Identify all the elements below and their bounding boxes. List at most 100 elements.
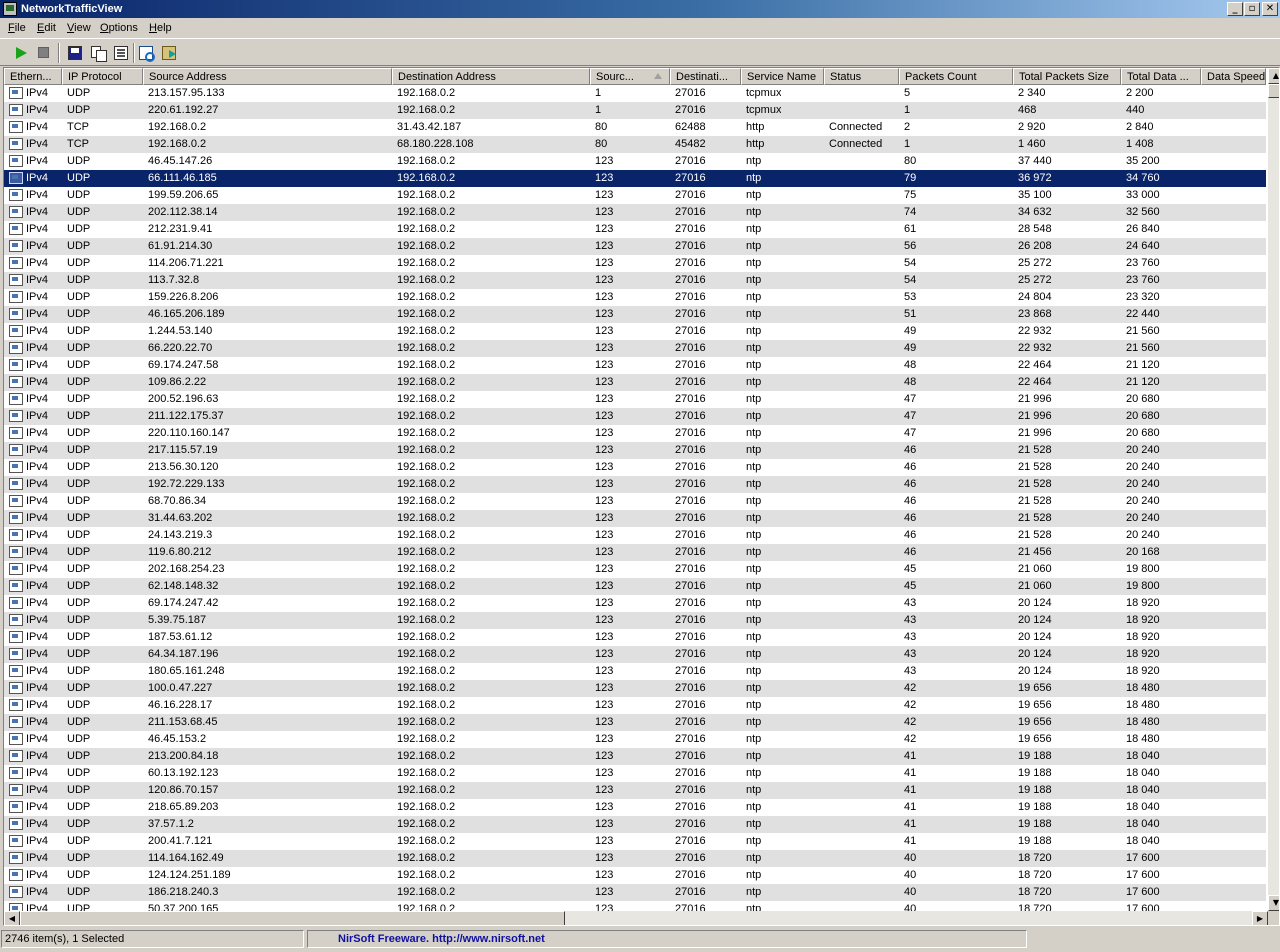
table-row[interactable]: IPv4 UDP 69.174.247.42 192.168.0.2 123 27016 n… (4, 595, 1266, 612)
table-row[interactable]: IPv4 UDP 217.115.57.19 192.168.0.2 123 27016 n… (4, 442, 1266, 459)
start-capture-button[interactable] (11, 43, 31, 63)
table-row[interactable]: IPv4 UDP 200.41.7.121 192.168.0.2 123 27016 nt… (4, 833, 1266, 850)
cell-source-address: 46.165.206.189 (148, 308, 225, 320)
col-source-address[interactable]: Source Address (143, 68, 392, 85)
table-row[interactable]: IPv4 UDP 109.86.2.22 192.168.0.2 123 27016 ntp… (4, 374, 1266, 391)
scroll-left-button[interactable]: ◀ (4, 911, 20, 925)
table-row[interactable]: IPv4 UDP 180.65.161.248 192.168.0.2 123 27016… (4, 663, 1266, 680)
scroll-up-button[interactable]: ▲ (1268, 68, 1279, 84)
table-row[interactable]: IPv4 UDP 68.70.86.34 192.168.0.2 123 27016 ntp… (4, 493, 1266, 510)
table-row[interactable]: IPv4 UDP 66.111.46.185 192.168.0.2 123 27016 n… (4, 170, 1266, 187)
table-row[interactable]: IPv4 UDP 200.52.196.63 192.168.0.2 123 27016 n… (4, 391, 1266, 408)
exit-button[interactable] (159, 43, 179, 63)
table-row[interactable]: IPv4 UDP 159.226.8.206 192.168.0.2 123 27016 n… (4, 289, 1266, 306)
html-report-button[interactable] (136, 43, 156, 63)
col-destination-port[interactable]: Destinati... (670, 68, 741, 85)
scroll-right-button[interactable]: ▶ (1252, 911, 1268, 925)
table-row[interactable]: IPv4 UDP 186.218.240.3 192.168.0.2 123 27016 n… (4, 884, 1266, 901)
network-adapter-icon (9, 563, 23, 575)
stop-capture-button[interactable] (34, 43, 54, 63)
table-row[interactable]: IPv4 UDP 113.7.32.8 192.168.0.2 123 27016 ntp 5… (4, 272, 1266, 289)
table-row[interactable]: IPv4 TCP 192.168.0.2 31.43.42.187 80 62488 htt… (4, 119, 1266, 136)
col-total-packets-size[interactable]: Total Packets Size (1013, 68, 1121, 85)
table-row[interactable]: IPv4 UDP 100.0.47.227 192.168.0.2 123 27016 nt… (4, 680, 1266, 697)
col-service-name[interactable]: Service Name (741, 68, 824, 85)
table-row[interactable]: IPv4 UDP 211.122.175.37 192.168.0.2 123 27016… (4, 408, 1266, 425)
cell-source-address: 212.231.9.41 (148, 223, 213, 235)
traffic-list[interactable]: Ethern... IP Protocol Source Address Des… (3, 67, 1280, 926)
close-button[interactable]: ✕ (1262, 2, 1278, 16)
table-row[interactable]: IPv4 UDP 64.34.187.196 192.168.0.2 123 27016 n… (4, 646, 1266, 663)
table-row[interactable]: IPv4 UDP 61.91.214.30 192.168.0.2 123 27016 nt… (4, 238, 1266, 255)
horizontal-scrollbar[interactable]: ◀ ▶ (4, 911, 1268, 925)
cell-packets-count: 42 (904, 716, 917, 728)
menu-edit[interactable]: Edit (34, 21, 59, 35)
properties-button[interactable] (111, 43, 131, 63)
col-ip-protocol[interactable]: IP Protocol (62, 68, 143, 85)
cell-ethernet: IPv4 (26, 325, 49, 337)
cell-packets-count: 41 (904, 750, 917, 762)
menu-view[interactable]: View (64, 21, 94, 35)
minimize-button[interactable]: _ (1227, 2, 1243, 16)
table-row[interactable]: IPv4 UDP 46.45.153.2 192.168.0.2 123 27016 ntp… (4, 731, 1266, 748)
cell-destination-address: 192.168.0.2 (397, 308, 456, 320)
cell-source-address: 119.6.80.212 (148, 546, 212, 558)
nirsoft-link[interactable]: NirSoft Freeware. http://www.nirsoft.net (307, 930, 1027, 948)
table-row[interactable]: IPv4 UDP 114.206.71.221 192.168.0.2 123 27016… (4, 255, 1266, 272)
col-ethernet[interactable]: Ethern... (4, 68, 62, 85)
table-row[interactable]: IPv4 UDP 199.59.206.65 192.168.0.2 123 27016 n… (4, 187, 1266, 204)
table-row[interactable]: IPv4 UDP 202.168.254.23 192.168.0.2 123 27016… (4, 561, 1266, 578)
menu-help[interactable]: Help (146, 21, 175, 35)
copy-button[interactable] (88, 43, 108, 63)
table-row[interactable]: IPv4 UDP 5.39.75.187 192.168.0.2 123 27016 ntp… (4, 612, 1266, 629)
table-row[interactable]: IPv4 UDP 46.165.206.189 192.168.0.2 123 27016… (4, 306, 1266, 323)
vertical-scrollbar[interactable]: ▲ ▼ (1268, 68, 1279, 911)
table-row[interactable]: IPv4 UDP 119.6.80.212 192.168.0.2 123 27016 nt… (4, 544, 1266, 561)
menu-options[interactable]: Options (97, 21, 141, 35)
col-data-speed[interactable]: Data Speed (1201, 68, 1266, 85)
app-icon[interactable] (3, 2, 17, 16)
col-total-data[interactable]: Total Data ... (1121, 68, 1201, 85)
table-row[interactable]: IPv4 UDP 187.53.61.12 192.168.0.2 123 27016 nt… (4, 629, 1266, 646)
cell-total-packets-size: 22 464 (1018, 359, 1052, 371)
horizontal-scroll-thumb[interactable] (20, 911, 565, 925)
table-row[interactable]: IPv4 UDP 62.148.148.32 192.168.0.2 123 27016 n… (4, 578, 1266, 595)
table-row[interactable]: IPv4 UDP 220.110.160.147 192.168.0.2 123 2701… (4, 425, 1266, 442)
table-row[interactable]: IPv4 UDP 1.244.53.140 192.168.0.2 123 27016 nt… (4, 323, 1266, 340)
table-row[interactable]: IPv4 UDP 60.13.192.123 192.168.0.2 123 27016 n… (4, 765, 1266, 782)
table-row[interactable]: IPv4 UDP 37.57.1.2 192.168.0.2 123 27016 ntp 41… (4, 816, 1266, 833)
cell-service-name: ntp (746, 563, 762, 575)
table-row[interactable]: IPv4 UDP 213.157.95.133 192.168.0.2 1 27016 tc… (4, 85, 1266, 102)
table-row[interactable]: IPv4 UDP 124.124.251.189 192.168.0.2 123 2701… (4, 867, 1266, 884)
vertical-scroll-thumb[interactable] (1268, 84, 1279, 98)
table-row[interactable]: IPv4 UDP 211.153.68.45 192.168.0.2 123 27016 n… (4, 714, 1266, 731)
cell-destination-address: 192.168.0.2 (397, 699, 456, 711)
cell-total-data: 2 840 (1126, 121, 1154, 133)
table-row[interactable]: IPv4 UDP 46.16.228.17 192.168.0.2 123 27016 nt… (4, 697, 1266, 714)
menu-file[interactable]: File (5, 21, 29, 35)
table-row[interactable]: IPv4 UDP 46.45.147.26 192.168.0.2 123 27016 nt… (4, 153, 1266, 170)
network-adapter-icon (9, 886, 23, 898)
cell-ip-protocol: UDP (67, 546, 91, 558)
table-row[interactable]: IPv4 TCP 192.168.0.2 68.180.228.108 80 45482 h… (4, 136, 1266, 153)
table-row[interactable]: IPv4 UDP 220.61.192.27 192.168.0.2 1 27016 tcp… (4, 102, 1266, 119)
table-row[interactable]: IPv4 UDP 213.200.84.18 192.168.0.2 123 27016 n… (4, 748, 1266, 765)
table-row[interactable]: IPv4 UDP 120.86.70.157 192.168.0.2 123 27016 n… (4, 782, 1266, 799)
restore-button[interactable]: ▫ (1244, 2, 1260, 16)
save-button[interactable] (65, 43, 85, 63)
table-row[interactable]: IPv4 UDP 114.164.162.49 192.168.0.2 123 27016… (4, 850, 1266, 867)
table-row[interactable]: IPv4 UDP 212.231.9.41 192.168.0.2 123 27016 nt… (4, 221, 1266, 238)
table-row[interactable]: IPv4 UDP 24.143.219.3 192.168.0.2 123 27016 nt… (4, 527, 1266, 544)
table-row[interactable]: IPv4 UDP 218.65.89.203 192.168.0.2 123 27016 n… (4, 799, 1266, 816)
col-status[interactable]: Status (824, 68, 899, 85)
table-row[interactable]: IPv4 UDP 213.56.30.120 192.168.0.2 123 27016 n… (4, 459, 1266, 476)
table-row[interactable]: IPv4 UDP 69.174.247.58 192.168.0.2 123 27016 n… (4, 357, 1266, 374)
table-row[interactable]: IPv4 UDP 202.112.38.14 192.168.0.2 123 27016 n… (4, 204, 1266, 221)
table-row[interactable]: IPv4 UDP 192.72.229.133 192.168.0.2 123 27016… (4, 476, 1266, 493)
table-row[interactable]: IPv4 UDP 66.220.22.70 192.168.0.2 123 27016 nt… (4, 340, 1266, 357)
cell-destination-port: 27016 (675, 835, 706, 847)
col-destination-address[interactable]: Destination Address (392, 68, 590, 85)
scroll-down-button[interactable]: ▼ (1268, 895, 1279, 911)
col-packets-count[interactable]: Packets Count (899, 68, 1013, 85)
table-row[interactable]: IPv4 UDP 31.44.63.202 192.168.0.2 123 27016 nt… (4, 510, 1266, 527)
